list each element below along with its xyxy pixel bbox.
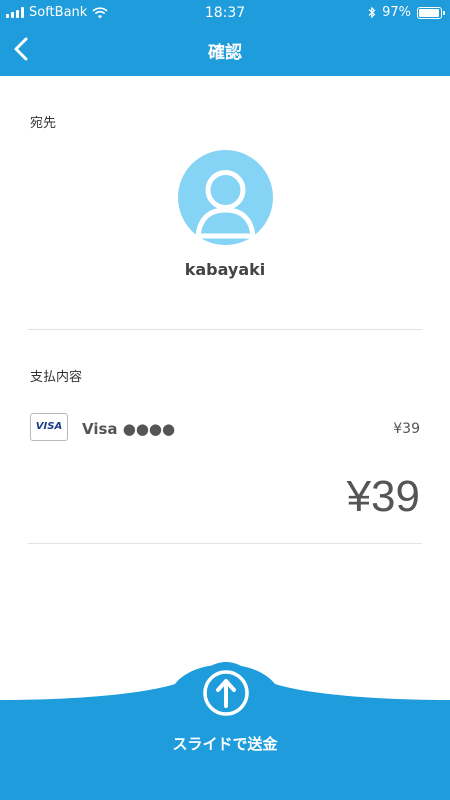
page-title: 確認 [208,43,242,63]
bluetooth-icon [368,6,376,19]
recipient-section-label: 宛先 [30,116,57,131]
card-amount: ¥39 [393,421,420,437]
slide-to-send-label: スライドで送金 [172,735,278,753]
card-label: Visa ●●●● [82,420,176,438]
recipient-name: kabayaki [184,260,266,279]
visa-card-icon: VISA [30,413,68,441]
total-amount: ¥39 [346,472,420,521]
divider [28,543,422,544]
battery-percent: 97% [382,5,411,20]
avatar [178,150,273,245]
divider [28,329,422,330]
payment-section-label: 支払内容 [30,370,83,385]
status-bar: SoftBank 18:37 97% [0,0,450,26]
battery-icon [417,6,445,19]
payment-card-row: VISA Visa ●●●● ¥39 [30,413,420,445]
app-header: SoftBank 18:37 97% 確認 [0,0,450,76]
slide-to-send-knob[interactable] [195,662,257,724]
arrow-up-circle-icon [203,670,249,716]
user-avatar-icon [195,170,256,239]
